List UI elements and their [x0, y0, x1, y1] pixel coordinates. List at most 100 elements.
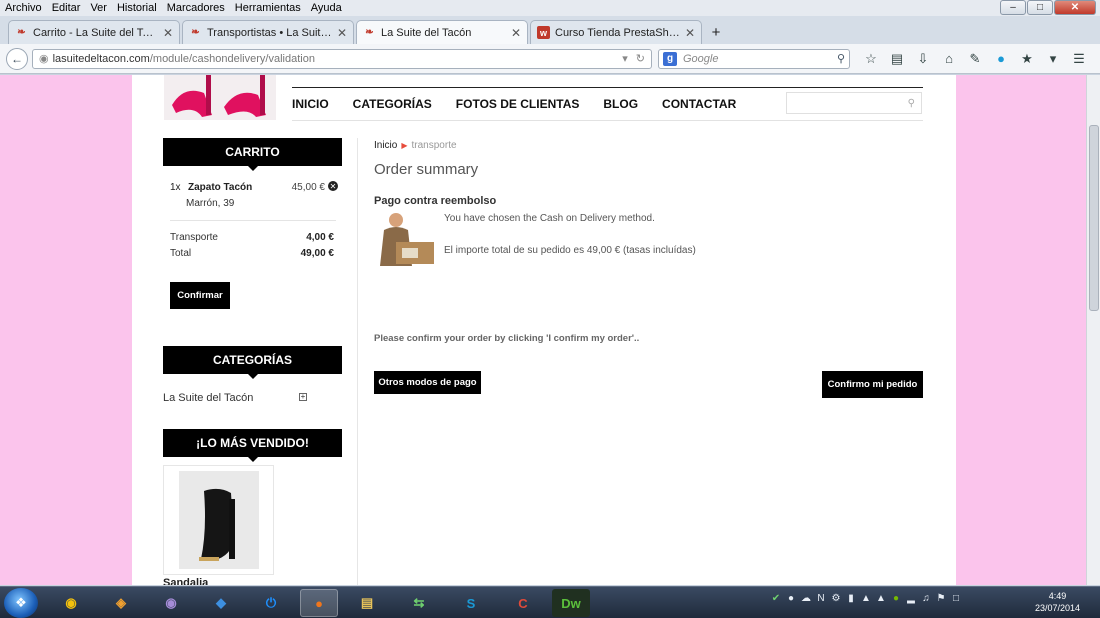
remove-item-icon[interactable]: ✕: [328, 181, 338, 191]
scrollbar-thumb[interactable]: [1089, 125, 1099, 311]
menu-archivo[interactable]: Archivo: [0, 2, 47, 14]
firefox-icon[interactable]: ●: [300, 589, 338, 617]
dropdown-icon[interactable]: ▾: [1040, 51, 1066, 67]
bestseller-product[interactable]: [163, 465, 274, 575]
skype-icon[interactable]: S: [452, 589, 490, 617]
cod-chosen-message: You have chosen the Cash on Delivery met…: [444, 213, 655, 224]
menu-ver[interactable]: Ver: [85, 2, 112, 14]
nav-categorias[interactable]: CATEGORÍAS: [353, 97, 432, 111]
shoe-icon: ❧: [365, 27, 374, 38]
column-divider: [357, 138, 358, 585]
explorer-icon[interactable]: ▤: [348, 589, 386, 617]
menu-ayuda[interactable]: Ayuda: [306, 2, 347, 14]
orb-icon[interactable]: ◉: [152, 589, 190, 617]
menu-bar: Archivo Editar Ver Historial Marcadores …: [0, 0, 1100, 16]
cart-product-attributes: Marrón, 39: [186, 198, 235, 209]
nav-contactar[interactable]: CONTACTAR: [662, 97, 736, 111]
menu-historial[interactable]: Historial: [112, 2, 162, 14]
globe-icon: ◉: [39, 53, 49, 65]
cart-confirm-button[interactable]: Confirmar: [170, 282, 230, 309]
cloud-icon[interactable]: ☁: [800, 593, 812, 607]
power-icon[interactable]: ⏻: [252, 589, 290, 617]
taskbar: ❖ ◉ ◈ ◉ ◆ ⏻ ● ▤ ⇆ S C Dw ✔ ● ☁ N ⚙ ▮ ▲ ▲…: [0, 586, 1100, 618]
clock[interactable]: 4:49 23/07/2014: [1035, 590, 1080, 614]
dropbox-icon[interactable]: ◆: [202, 589, 240, 617]
skype-icon[interactable]: ●: [988, 51, 1014, 66]
dreamweaver-icon[interactable]: Dw: [552, 589, 590, 617]
check-icon[interactable]: ✔: [770, 593, 782, 607]
tab-transportistas[interactable]: ❧ Transportistas • La Suite de... ✕: [182, 20, 354, 44]
tab-la-suite[interactable]: ❧ La Suite del Tacón ✕: [356, 20, 528, 44]
close-tab-icon[interactable]: ✕: [163, 26, 173, 40]
chrome-icon[interactable]: ◉: [52, 589, 90, 617]
web-search-box[interactable]: g Google ⚲: [658, 48, 850, 69]
search-icon[interactable]: ⚲: [908, 98, 915, 109]
close-window-button[interactable]: ✕: [1054, 0, 1096, 15]
pen-icon[interactable]: ✎: [962, 51, 988, 67]
bookmark-star-icon[interactable]: ☆: [858, 51, 884, 67]
nvidia-icon[interactable]: ●: [890, 593, 902, 607]
network-tray-icon[interactable]: ▲: [860, 593, 872, 607]
menu-marcadores[interactable]: Marcadores: [162, 2, 230, 14]
expand-icon[interactable]: +: [299, 393, 307, 401]
breadcrumb-separator-icon: ▶: [401, 141, 408, 150]
window-controls: – □ ✕: [1000, 0, 1096, 15]
magnifier-icon[interactable]: ⚲: [837, 52, 845, 65]
categories-heading: CATEGORÍAS: [163, 346, 342, 379]
device-icon[interactable]: ▮: [845, 593, 857, 607]
new-tab-button[interactable]: +: [704, 20, 728, 44]
download-icon[interactable]: ⇩: [910, 51, 936, 67]
nav-fotos-de-clientas[interactable]: FOTOS DE CLIENTAS: [456, 97, 580, 111]
onenote-icon[interactable]: N: [815, 593, 827, 607]
paint-icon[interactable]: ◈: [102, 589, 140, 617]
minimize-button[interactable]: –: [1000, 0, 1026, 15]
url-bar[interactable]: ◉ lasuitedeltacon.com/module/cashondeliv…: [32, 48, 652, 69]
menu-herramientas[interactable]: Herramientas: [230, 2, 306, 14]
shield-icon[interactable]: ▲: [875, 593, 887, 607]
extension-icon[interactable]: ★: [1014, 51, 1040, 67]
sync-icon[interactable]: ⇆: [400, 589, 438, 617]
chat-icon[interactable]: □: [950, 593, 962, 607]
tab-carrito[interactable]: ❧ Carrito - La Suite del Tacón ✕: [8, 20, 180, 44]
ccleaner-icon[interactable]: C: [504, 589, 542, 617]
signal-icon[interactable]: ▂: [905, 593, 917, 607]
start-button[interactable]: ❖: [4, 588, 38, 618]
close-tab-icon[interactable]: ✕: [511, 26, 521, 40]
category-link[interactable]: La Suite del Tacón: [163, 392, 253, 404]
nav-inicio[interactable]: INICIO: [292, 97, 329, 111]
total-value: 49,00 €: [300, 248, 334, 259]
close-tab-icon[interactable]: ✕: [685, 26, 695, 40]
sandal-image[interactable]: [178, 471, 259, 569]
dropdown-arrow-icon[interactable]: ▾: [622, 52, 628, 65]
cart-product-price: 45,00 €: [291, 182, 325, 193]
shop-search-input[interactable]: ⚲: [786, 92, 922, 114]
other-payment-methods-button[interactable]: Otros modos de pago: [374, 371, 481, 394]
google-icon[interactable]: g: [663, 51, 677, 66]
menu-hamburger-icon[interactable]: ☰: [1066, 51, 1092, 67]
maximize-button[interactable]: □: [1027, 0, 1053, 15]
bestseller-product-name[interactable]: Sandalia: [163, 577, 208, 585]
back-button[interactable]: ←: [6, 47, 28, 70]
volume-icon[interactable]: ♫: [920, 593, 932, 607]
bookmarks-list-icon[interactable]: ▤: [884, 51, 910, 67]
menu-editar[interactable]: Editar: [47, 2, 86, 14]
nav-blog[interactable]: BLOG: [603, 97, 638, 111]
confirm-instructions: Please confirm your order by clicking 'I…: [374, 333, 640, 344]
reload-icon[interactable]: ↻: [636, 52, 645, 65]
clock-time: 4:49: [1048, 591, 1067, 601]
settings-icon[interactable]: ⚙: [830, 593, 842, 607]
tab-curso[interactable]: w Curso Tienda PrestaShop: ... ✕: [530, 20, 702, 44]
web-page: INICIO CATEGORÍAS FOTOS DE CLIENTAS BLOG…: [0, 75, 1086, 585]
home-icon[interactable]: ⌂: [936, 51, 962, 66]
update-icon[interactable]: ●: [785, 593, 797, 607]
breadcrumb-current: transporte: [411, 140, 457, 151]
confirm-order-button[interactable]: Confirmo mi pedido: [822, 371, 923, 398]
flag-icon[interactable]: ⚑: [935, 593, 947, 607]
toolbar: ☆ ▤ ⇩ ⌂ ✎ ● ★ ▾ ☰: [858, 51, 1092, 67]
page-title: Order summary: [374, 161, 479, 178]
page-scrollbar[interactable]: [1086, 75, 1100, 585]
breadcrumb-home[interactable]: Inicio: [374, 140, 397, 151]
close-tab-icon[interactable]: ✕: [337, 26, 347, 40]
url-host: lasuitedeltacon.com: [52, 52, 150, 65]
cart-product-name[interactable]: Zapato Tacón: [188, 182, 252, 193]
